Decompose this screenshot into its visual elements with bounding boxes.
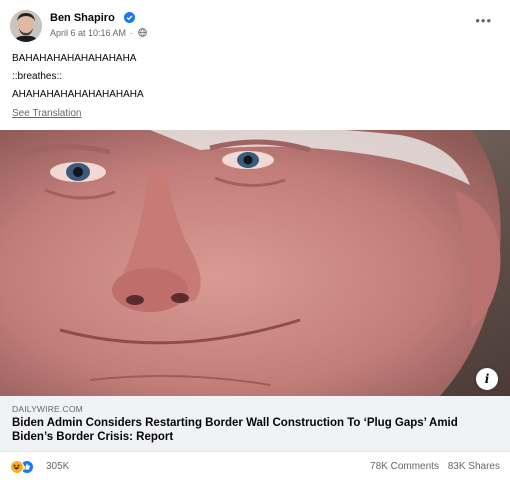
- info-icon[interactable]: i: [476, 368, 498, 390]
- post-body-line: ::breathes::: [12, 71, 63, 82]
- link-preview-card[interactable]: DAILYWIRE.COM Biden Admin Considers Rest…: [0, 396, 510, 452]
- reaction-count[interactable]: 305K: [46, 461, 69, 472]
- post-stats-bar: 305K 78K Comments 83K Shares: [10, 458, 500, 478]
- more-options-icon[interactable]: •••: [475, 14, 492, 27]
- post-body-line: BAHAHAHAHAHAHAHAHA: [12, 53, 137, 64]
- globe-icon: [138, 28, 147, 37]
- post-body: BAHAHAHAHAHAHAHAHA ::breathes:: AHAHAHAH…: [12, 50, 144, 104]
- link-domain: DAILYWIRE.COM: [12, 404, 83, 414]
- meta-separator: ·: [129, 28, 133, 38]
- post-header: Ben Shapiro April 6 at 10:16 AM · •••: [10, 10, 500, 44]
- comment-count[interactable]: 78K Comments: [370, 461, 439, 472]
- facebook-post: Ben Shapiro April 6 at 10:16 AM · ••• BA…: [0, 0, 510, 487]
- see-translation-link[interactable]: See Translation: [12, 108, 82, 119]
- haha-reaction-icon: [10, 460, 24, 474]
- post-timestamp[interactable]: April 6 at 10:16 AM: [50, 28, 126, 38]
- engagement-counts: 78K Comments 83K Shares: [370, 461, 500, 472]
- author-name[interactable]: Ben Shapiro: [50, 12, 115, 24]
- author-avatar[interactable]: [10, 10, 42, 42]
- share-count[interactable]: 83K Shares: [448, 461, 500, 472]
- verified-badge-icon: [124, 12, 135, 23]
- link-preview-image[interactable]: i: [0, 130, 510, 396]
- post-body-line: AHAHAHAHAHAHAHAHAHA: [12, 89, 144, 100]
- reaction-icons[interactable]: [10, 460, 42, 474]
- link-headline[interactable]: Biden Admin Considers Restarting Border …: [12, 416, 500, 444]
- post-meta: April 6 at 10:16 AM ·: [50, 28, 147, 38]
